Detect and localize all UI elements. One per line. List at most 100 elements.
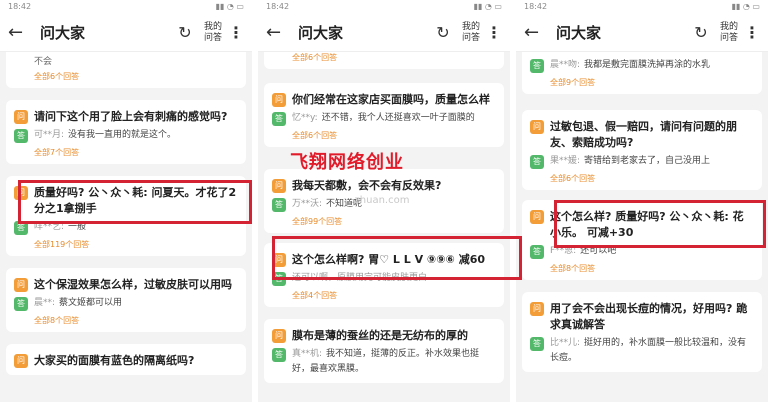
question-card[interactable]: 问你们经常在这家店买面膜吗，质量怎么样 答忆**y: 还不错，我个人还挺喜欢一叶子… xyxy=(264,83,504,147)
answer-badge: 答 xyxy=(530,155,544,169)
answer-text: 我都是敷完面膜洗掉再涂的水乳 xyxy=(584,60,711,70)
answer-user: 比**儿: xyxy=(550,338,581,348)
answer-text: 还可以吧 xyxy=(580,246,617,256)
question-card[interactable]: 问这个保湿效果怎么样，过敏皮肤可以用吗 答晨**: 蔡文姬都可以用 全部8个回答 xyxy=(6,268,246,332)
answer-text: 没有我一直用的就是这个。 xyxy=(68,130,177,140)
answer-badge: 答 xyxy=(14,221,28,235)
answer-text: 还可以啊，原膜用完可能皮肤更白 xyxy=(292,273,428,283)
phone-panel-3: 18:42 ▮▮ ◔ ▭ ← 问大家 ↻ 我的 问答 ⋮ 答晨**吻: 我都是敷完面… xyxy=(516,0,768,402)
answer-badge: 答 xyxy=(14,129,28,143)
answer-badge: 答 xyxy=(272,112,286,126)
answer-user: 真**机: xyxy=(292,349,323,359)
answer-text: 蔡文姬都可以用 xyxy=(59,298,123,308)
status-icons: ▮▮ ◔ ▭ xyxy=(731,2,760,11)
question-text: 这个保湿效果怎么样，过敏皮肤可以用吗 xyxy=(34,278,232,291)
question-badge: 问 xyxy=(530,302,544,316)
question-card[interactable]: 问过敏包退、假一赔四，请问有问题的朋友、索赔成功吗? 答果**媛: 寄错给到老家去… xyxy=(522,110,762,190)
refresh-icon[interactable]: ↻ xyxy=(430,23,456,42)
question-text: 膜布是薄的蚕丝的还是无纺布的厚的 xyxy=(292,329,468,342)
question-card[interactable]: 全部6个回答 xyxy=(264,52,504,69)
app-bar: ← 问大家 ↻ 我的 问答 ⋮ xyxy=(0,14,252,52)
question-card[interactable]: 答晨**吻: 我都是敷完面膜洗掉再涂的水乳 全部9个回答 xyxy=(522,52,762,94)
question-text: 我每天都敷，会不会有反效果? xyxy=(292,179,442,192)
answer-count-link[interactable]: 全部119个回答 xyxy=(34,239,238,250)
answer-count-link[interactable]: 全部9个回答 xyxy=(550,77,754,88)
question-text: 你们经常在这家店买面膜吗，质量怎么样 xyxy=(292,93,490,106)
back-arrow-icon[interactable]: ← xyxy=(8,22,30,43)
question-badge: 问 xyxy=(14,278,28,292)
answer-badge: 答 xyxy=(272,198,286,212)
back-arrow-icon[interactable]: ← xyxy=(266,22,288,43)
app-bar: ← 问大家 ↻ 我的 问答 ⋮ xyxy=(516,14,768,52)
question-card[interactable]: 问这个怎么样啊? 胃♡ L L V ⑨⑨⑥ 减60 答还可以啊，原膜用完可能皮肤… xyxy=(264,243,504,307)
status-icons: ▮▮ ◔ ▭ xyxy=(215,2,244,11)
answer-count-link[interactable]: 全部8个回答 xyxy=(34,315,238,326)
question-badge: 问 xyxy=(14,186,28,200)
answer-user: 晨**吻: xyxy=(550,60,581,70)
answer-text: 一般 xyxy=(68,222,87,232)
answer-count-link[interactable]: 全部6个回答 xyxy=(550,173,754,184)
answer-user: 可**月: xyxy=(34,130,65,140)
question-card[interactable]: 问膜布是薄的蚕丝的还是无纺布的厚的 答真**机: 我不知道，挺薄的反正。补水效果也… xyxy=(264,319,504,383)
answer-text: 寄错给到老家去了，自己没用上 xyxy=(584,156,711,166)
app-bar: ← 问大家 ↻ 我的 问答 ⋮ xyxy=(258,14,510,52)
page-title: 问大家 xyxy=(298,24,344,42)
answer-user: 咩**艺: xyxy=(34,222,65,232)
answer-user: 果**媛: xyxy=(550,156,581,166)
back-arrow-icon[interactable]: ← xyxy=(524,22,546,43)
answer-user: 忆**y: xyxy=(292,113,318,123)
more-menu-icon[interactable]: ⋮ xyxy=(486,23,502,42)
answer-badge: 答 xyxy=(530,245,544,259)
more-menu-icon[interactable]: ⋮ xyxy=(228,23,244,42)
my-questions-button[interactable]: 我的 问答 xyxy=(198,22,228,44)
question-text: 用了会不会出现长痘的情况，好用吗? 跪求真诚解答 xyxy=(550,302,748,331)
status-time: 18:42 xyxy=(8,2,32,11)
answer-count-link[interactable]: 全部7个回答 xyxy=(34,147,238,158)
answer-badge: 答 xyxy=(530,337,544,351)
question-card[interactable]: 问质量好吗? 公丶众丶耗: 问夏天。才花了2分之1拿捌手 答咩**艺: 一般 全部… xyxy=(6,176,246,256)
my-questions-button[interactable]: 我的 问答 xyxy=(456,22,486,44)
refresh-icon[interactable]: ↻ xyxy=(172,23,198,42)
phone-panel-1: 18:42 ▮▮ ◔ ▭ ← 问大家 ↻ 我的 问答 ⋮ 不会 全部6个回答 问请… xyxy=(0,0,252,402)
page-title: 问大家 xyxy=(556,24,602,42)
question-card[interactable]: 问这个怎么样? 质量好吗? 公丶众丶耗: 花小乐。 可减+30 答 F**恩: 还可… xyxy=(522,200,762,280)
question-card[interactable]: 不会 全部6个回答 xyxy=(6,52,246,88)
answer-user: F**恩: xyxy=(550,246,577,256)
watermark-text: 飞翔网络创业 xyxy=(290,152,404,173)
refresh-icon[interactable]: ↻ xyxy=(688,23,714,42)
answer-count-link[interactable]: 全部4个回答 xyxy=(292,290,496,301)
more-menu-icon[interactable]: ⋮ xyxy=(744,23,760,42)
answer-user: 晨**: xyxy=(34,298,56,308)
answer-user: 万**沃: xyxy=(292,199,323,209)
my-questions-button[interactable]: 我的 问答 xyxy=(714,22,744,44)
status-time: 18:42 xyxy=(266,2,290,11)
status-icons: ▮▮ ◔ ▭ xyxy=(473,2,502,11)
answer-text: 还不错，我个人还挺喜欢一叶子面膜的 xyxy=(321,113,475,123)
answer-count-link[interactable]: 全部6个回答 xyxy=(292,52,496,63)
answer-badge: 答 xyxy=(530,59,544,73)
question-badge: 问 xyxy=(272,93,286,107)
page-title: 问大家 xyxy=(40,24,86,42)
answer-badge: 答 xyxy=(14,297,28,311)
question-text: 过敏包退、假一赔四，请问有问题的朋友、索赔成功吗? xyxy=(550,120,737,149)
answer-count-link[interactable]: 全部8个回答 xyxy=(550,263,754,274)
question-card[interactable]: 问请问下这个用了脸上会有刺痛的感觉吗? 答可**月: 没有我一直用的就是这个。 全… xyxy=(6,100,246,164)
question-card[interactable]: 问用了会不会出现长痘的情况，好用吗? 跪求真诚解答 答比**儿: 挺好用的，补水面… xyxy=(522,292,762,372)
answer-badge: 答 xyxy=(272,348,286,362)
question-card[interactable]: 问大家买的面膜有蓝色的隔离纸吗? xyxy=(6,344,246,375)
question-badge: 问 xyxy=(272,253,286,267)
watermark-url: ...zhuan.com xyxy=(345,195,410,206)
question-text: 这个怎么样啊? 胃♡ L L V ⑨⑨⑥ 减60 xyxy=(292,253,485,266)
question-text: 质量好吗? 公丶众丶耗: 问夏天。才花了2分之1拿捌手 xyxy=(34,186,237,215)
answer-count-link[interactable]: 全部6个回答 xyxy=(34,71,238,82)
question-text: 请问下这个用了脸上会有刺痛的感觉吗? xyxy=(34,110,228,123)
answer-count-link[interactable]: 全部99个回答 xyxy=(292,216,496,227)
question-badge: 问 xyxy=(530,210,544,224)
status-bar: 18:42 ▮▮ ◔ ▭ xyxy=(516,0,768,14)
status-bar: 18:42 ▮▮ ◔ ▭ xyxy=(258,0,510,14)
answer-count-link[interactable]: 全部6个回答 xyxy=(292,130,496,141)
question-badge: 问 xyxy=(14,354,28,368)
question-text: 这个怎么样? 质量好吗? 公丶众丶耗: 花小乐。 可减+30 xyxy=(550,210,744,239)
question-text: 大家买的面膜有蓝色的隔离纸吗? xyxy=(34,354,195,367)
status-bar: 18:42 ▮▮ ◔ ▭ xyxy=(0,0,252,14)
